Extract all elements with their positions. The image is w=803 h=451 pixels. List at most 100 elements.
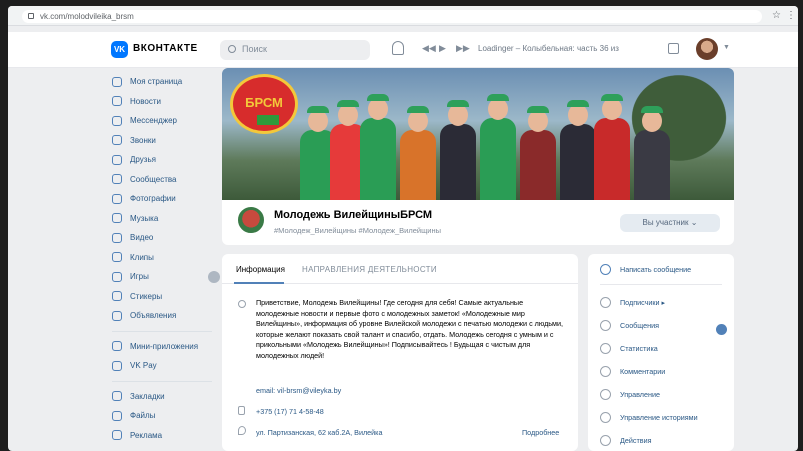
games-icon	[112, 271, 122, 282]
sidebar-item-label: Моя страница	[130, 77, 183, 87]
cover-person-cap	[641, 106, 663, 113]
sidebar-item-label: Сообщества	[130, 174, 177, 184]
action-item[interactable]: Сообщения	[600, 320, 659, 331]
email-link[interactable]: email: vil-brsm@vileyka.by	[256, 386, 341, 395]
ads-icon	[112, 310, 122, 321]
vk-brand[interactable]: ВКОНТАКТЕ	[133, 43, 198, 54]
address-bar[interactable]: vk.com/molodvileika_brsm	[22, 10, 762, 23]
sidebar-item-label: Мессенджер	[130, 116, 177, 126]
lock-icon	[28, 13, 34, 19]
action-icon	[600, 264, 611, 275]
cover-person	[560, 124, 596, 200]
notifications-bell-icon[interactable]	[392, 41, 404, 55]
sidebar-item[interactable]: Клипы	[112, 248, 222, 268]
cover-person-cap	[407, 106, 429, 113]
address-link[interactable]: ул. Партизанская, 62 каб.2А, Вилейка	[256, 428, 382, 437]
sidebar-item[interactable]: Друзья	[112, 150, 222, 170]
sidebar-item[interactable]: Мессенджер	[112, 111, 222, 131]
action-item[interactable]: Действия	[600, 435, 652, 446]
phone-link[interactable]: +375 (17) 71 4-58-48	[256, 407, 324, 416]
sidebar-item[interactable]: Закладки	[112, 387, 222, 407]
chevron-down-icon[interactable]: ▼	[723, 44, 730, 51]
cover-person-cap	[367, 94, 389, 101]
search-input[interactable]: Поиск	[220, 40, 370, 60]
sidebar-item[interactable]: Новости	[112, 92, 222, 112]
sidebar-item[interactable]: Объявления	[112, 306, 222, 326]
player-next-icon[interactable]: ▶▶	[456, 43, 470, 54]
group-cover: БРСМ	[222, 68, 734, 200]
ad-icon	[112, 430, 122, 441]
action-icon	[600, 435, 611, 446]
info-icon	[238, 300, 246, 308]
action-icon	[600, 320, 611, 331]
now-playing-track[interactable]: Loadinger – Колыбельная: часть 36 из	[478, 44, 648, 53]
player-play-icon[interactable]: ▶	[439, 43, 446, 54]
vk-header: VK ВКОНТАКТЕ Поиск ◀◀ ▶ ▶▶ Loadinger – К…	[8, 32, 798, 68]
screen: vk.com/molodvileika_brsm ☆ ⋮ VK ВКОНТАКТ…	[8, 6, 798, 451]
sidebar-item-label: Мини-приложения	[130, 341, 199, 351]
bookmark-icon	[112, 391, 122, 402]
sidebar-item[interactable]: Моя страница	[112, 72, 222, 92]
player-prev-icon[interactable]: ◀◀	[422, 43, 436, 54]
search-placeholder: Поиск	[242, 44, 267, 54]
friends-icon	[112, 154, 122, 165]
sidebar-item[interactable]: Файлы	[112, 406, 222, 426]
browser-menu-icon[interactable]: ⋮	[786, 10, 796, 21]
avatar[interactable]	[696, 38, 718, 60]
subscribed-button[interactable]: Вы участник ⌄	[620, 214, 720, 232]
group-name: Молодежь ВилейщиныБРСМ	[274, 209, 433, 221]
sidebar-item-label: Фотографии	[130, 194, 176, 204]
apps-icon	[112, 341, 122, 352]
action-item[interactable]: Управление	[600, 389, 660, 400]
video-icon	[112, 232, 122, 243]
sidebar-item[interactable]: Музыка	[112, 209, 222, 229]
sidebar-item-label: Звонки	[130, 135, 156, 145]
more-link[interactable]: Подробнее	[522, 428, 559, 437]
sidebar-item[interactable]: Видео	[112, 228, 222, 248]
action-label: Написать сообщение	[620, 265, 692, 274]
action-item[interactable]: Управление историями	[600, 412, 698, 423]
tab-activity[interactable]: НАПРАВЛЕНИЯ ДЕЯТЕЛЬНОСТИ	[302, 265, 437, 274]
sidebar-item[interactable]: Реклама	[112, 426, 222, 446]
cover-person-head	[488, 98, 508, 120]
tab-info[interactable]: Информация	[236, 265, 285, 274]
cover-person-head	[368, 98, 388, 120]
active-tab-indicator	[234, 282, 284, 284]
sidebar-item[interactable]: Сообщества	[112, 170, 222, 190]
sidebar-item[interactable]: Игры	[112, 267, 222, 287]
cover-person-cap	[337, 100, 359, 107]
sidebar-item[interactable]: Звонки	[112, 131, 222, 151]
action-item[interactable]: Статистика	[600, 343, 658, 354]
action-item[interactable]: Написать сообщение	[600, 264, 691, 275]
cover-person	[480, 118, 516, 200]
action-label: Комментарии	[620, 367, 666, 376]
bookmark-star-icon[interactable]: ☆	[772, 10, 781, 21]
cover-person-cap	[567, 100, 589, 107]
sidebar-item-label: Видео	[130, 233, 154, 243]
action-item[interactable]: Подписчики ▸	[600, 297, 665, 308]
group-avatar[interactable]	[236, 205, 266, 235]
sidebar-item-label: Реклама	[130, 430, 163, 440]
sidebar-item-label: Закладки	[130, 391, 165, 401]
sidebar-item-label: Стикеры	[130, 291, 163, 301]
sidebar-item-label: Музыка	[130, 213, 159, 223]
news-icon	[112, 96, 122, 107]
brsm-logo: БРСМ	[230, 74, 298, 134]
sidebar-item-label: Объявления	[130, 311, 177, 321]
sidebar-item-label: Новости	[130, 96, 161, 106]
cover-person-cap	[447, 100, 469, 107]
cover-person-head	[528, 110, 548, 132]
location-pin-icon	[238, 426, 246, 435]
action-item[interactable]: Комментарии	[600, 366, 665, 377]
apps-grid-icon[interactable]	[668, 43, 679, 54]
sidebar-item-label: Игры	[130, 272, 149, 282]
sidebar-item[interactable]: VK Pay	[112, 356, 222, 376]
sidebar-item[interactable]: Стикеры	[112, 287, 222, 307]
action-icon	[600, 366, 611, 377]
vk-logo-icon[interactable]: VK	[111, 41, 128, 58]
action-card: Написать сообщение Подписчики ▸ Сообщения С…	[588, 254, 734, 451]
sidebar-item[interactable]: Мини-приложения	[112, 337, 222, 357]
action-label: Управление	[620, 390, 660, 399]
nav-divider	[112, 380, 212, 382]
sidebar-item[interactable]: Фотографии	[112, 189, 222, 209]
